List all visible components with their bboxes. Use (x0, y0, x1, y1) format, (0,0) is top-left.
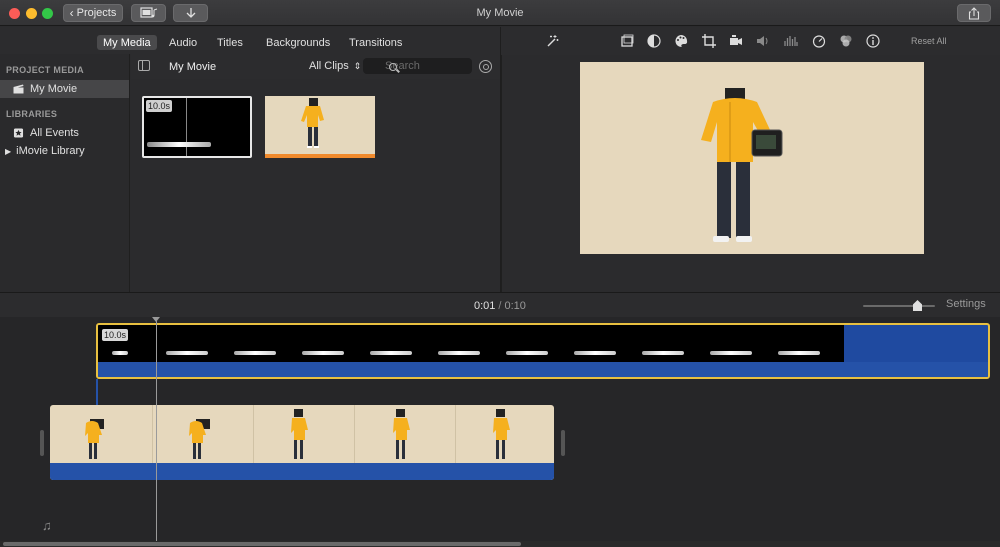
music-note-icon: ♫ (42, 518, 52, 533)
title-clip-frames (98, 325, 844, 362)
clip-duration: 10.0s (146, 100, 173, 112)
imovie-window: ‹ Projects My Movie My Media Audio Title… (0, 0, 1000, 547)
camera-stabilization-icon[interactable] (729, 34, 743, 48)
main-clip-audio-bar (50, 463, 554, 480)
star-icon (13, 128, 24, 138)
total-duration: 0:10 (504, 300, 526, 312)
clip-filter-value: All Clips (309, 60, 349, 72)
reset-all-button[interactable]: Reset All (911, 36, 947, 46)
video-preview[interactable] (580, 62, 924, 254)
browser-tab-bar: My Media Audio Titles Backgrounds Transi… (0, 27, 500, 54)
media-library-button[interactable] (131, 4, 166, 22)
magic-wand-icon[interactable] (545, 34, 559, 48)
filter-icon[interactable] (839, 34, 853, 48)
search-icon (389, 63, 397, 71)
tab-titles[interactable]: Titles (211, 35, 249, 50)
tab-backgrounds[interactable]: Backgrounds (260, 35, 336, 50)
viewer-pane (501, 55, 1000, 292)
speed-icon[interactable] (812, 34, 826, 48)
share-icon (968, 6, 980, 20)
current-time: 0:01 (474, 300, 496, 312)
import-button[interactable] (173, 4, 208, 22)
person-thumbnail-image (301, 98, 324, 148)
timeline-header: 0:01/0:10 Settings (0, 292, 1000, 317)
volume-icon[interactable] (756, 34, 770, 48)
timeline-playhead[interactable] (156, 317, 157, 547)
clip-filter-select[interactable]: All Clips ⇕ (309, 60, 361, 72)
equalizer-icon[interactable] (784, 34, 798, 48)
minimize-window-button[interactable] (26, 8, 37, 19)
title-clip[interactable]: 10.0s (96, 323, 990, 379)
timeline-horizontal-scrollbar[interactable] (0, 541, 1000, 547)
sidebar-item-label: All Events (30, 127, 79, 139)
main-video-clip[interactable] (50, 405, 554, 480)
film-note-icon (139, 7, 157, 18)
updown-chevron-icon: ⇕ (353, 61, 362, 71)
sidebar-item-label: iMovie Library (16, 145, 85, 157)
library-sidebar: PROJECT MEDIA My Movie LIBRARIES All Eve… (0, 54, 130, 292)
info-icon[interactable] (866, 34, 880, 48)
timeline-settings-button[interactable]: Settings (946, 298, 986, 310)
title-clip-duration: 10.0s (102, 329, 129, 341)
sidebar-item-label: My Movie (30, 83, 78, 95)
sidebar-toggle-icon[interactable] (138, 60, 150, 71)
search-input[interactable]: Search (363, 58, 472, 74)
disclosure-triangle-icon[interactable]: ▶ (5, 147, 11, 156)
playhead-cap-icon[interactable] (152, 317, 160, 322)
sidebar-item-imovie-library[interactable]: ▶ iMovie Library (0, 142, 129, 160)
person-with-tv-head-image (701, 88, 783, 242)
section-heading-project-media: PROJECT MEDIA (6, 65, 84, 75)
tab-audio[interactable]: Audio (163, 35, 203, 50)
title-clip-bar (98, 362, 988, 377)
color-balance-icon[interactable] (647, 34, 661, 48)
timecode-display: 0:01/0:10 (474, 300, 526, 312)
media-browser: 10.0s (131, 80, 500, 292)
clapper-icon (13, 84, 24, 94)
sidebar-item-all-events[interactable]: All Events (0, 124, 129, 142)
download-arrow-icon (186, 8, 195, 18)
title-text-strip (147, 142, 211, 147)
zoom-window-button[interactable] (42, 8, 53, 19)
zoom-slider-knob[interactable] (913, 300, 922, 311)
adjustments-toolbar: Reset All (501, 27, 1000, 55)
color-palette-icon[interactable] (674, 34, 688, 48)
projects-label: Projects (76, 7, 117, 19)
gear-icon[interactable] (479, 60, 492, 73)
media-clip-title[interactable]: 10.0s (142, 96, 252, 158)
crop-icon[interactable] (702, 34, 716, 48)
clip-trim-handle-right[interactable] (561, 430, 565, 456)
projects-back-button[interactable]: ‹ Projects (63, 4, 123, 22)
skimmer-line (186, 98, 187, 156)
sidebar-item-my-movie[interactable]: My Movie (0, 80, 129, 98)
browser-toolbar: My Movie All Clips ⇕ Search (131, 54, 500, 79)
browser-title: My Movie (169, 61, 217, 73)
clip-connection-line (96, 379, 98, 407)
clip-used-indicator (265, 154, 375, 158)
clip-filmstrip-image (85, 409, 510, 459)
timeline: 10.0s ♫ (0, 317, 1000, 547)
tab-transitions[interactable]: Transitions (343, 35, 408, 50)
media-clip-photo[interactable] (265, 96, 375, 158)
share-button[interactable] (957, 4, 991, 22)
scrollbar-thumb[interactable] (3, 542, 521, 546)
timeline-zoom-slider[interactable] (863, 300, 935, 311)
crop-frame-icon[interactable] (620, 34, 634, 48)
title-bar: ‹ Projects My Movie (0, 0, 1000, 26)
tab-my-media[interactable]: My Media (97, 35, 157, 50)
section-heading-libraries: LIBRARIES (6, 109, 58, 119)
close-window-button[interactable] (9, 8, 20, 19)
clip-trim-handle-left[interactable] (40, 430, 44, 456)
chevron-left-icon: ‹ (69, 6, 74, 20)
